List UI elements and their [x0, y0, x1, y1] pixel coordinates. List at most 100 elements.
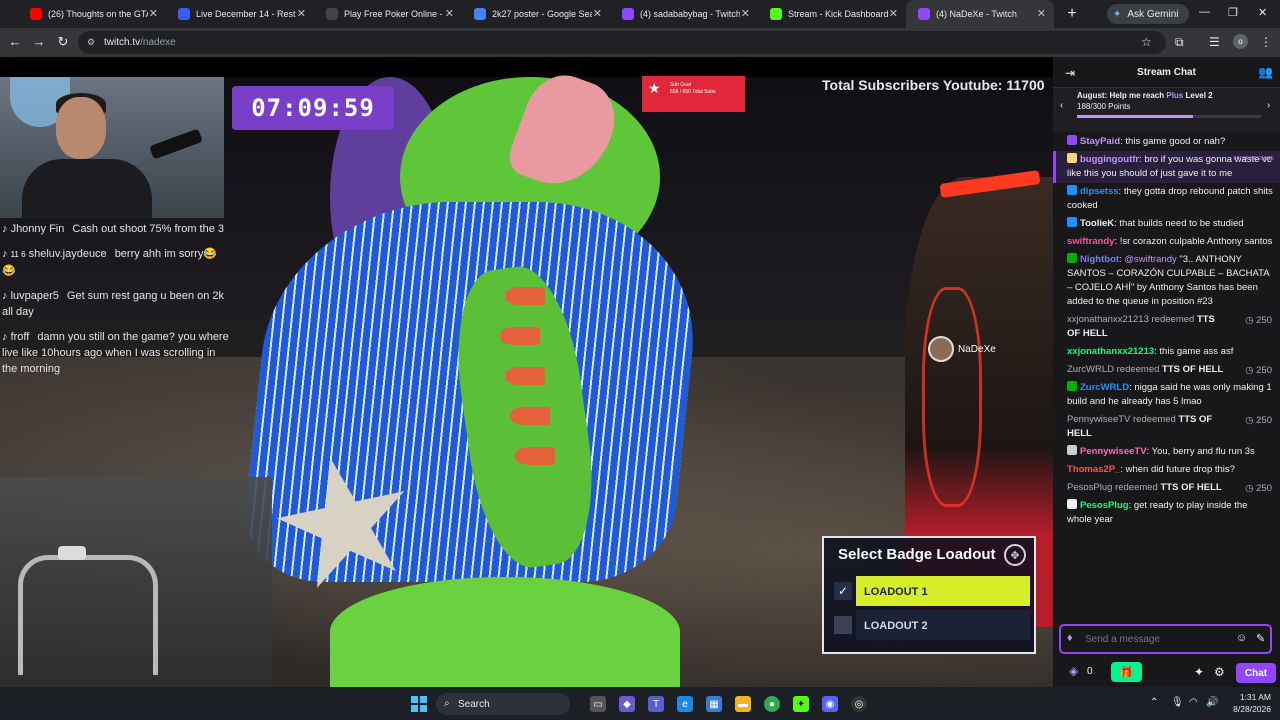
tab-1[interactable]: Live December 14 - Restrea✕ — [166, 0, 314, 28]
forward-icon[interactable]: → — [31, 34, 47, 49]
chat-username[interactable]: buggingoutfr — [1080, 154, 1139, 165]
gaming-chair — [18, 555, 158, 675]
redeem-user[interactable]: PesosPlug — [1067, 482, 1112, 493]
user-badge-icon[interactable] — [1067, 253, 1077, 263]
tab-close-icon[interactable]: ✕ — [889, 7, 898, 20]
chat-username[interactable]: StayPaid — [1080, 136, 1120, 147]
redeem-user[interactable]: PennywiseeTV — [1067, 414, 1130, 425]
gemini-icon: ✦ — [1113, 8, 1122, 20]
chat-message: PennywiseeTV: You, berry and flu run 3s — [1053, 443, 1280, 461]
tiktok-icon: ♪ — [2, 290, 11, 302]
gear-icon[interactable]: ⚙ — [1214, 665, 1225, 679]
tab-0[interactable]: (26) Thoughts on the GTA 6 ✕ — [18, 0, 166, 28]
chat-username[interactable]: ZurcWRLD — [1080, 382, 1129, 393]
tab-close-icon[interactable]: ✕ — [1037, 7, 1046, 20]
chat-settings-icon[interactable]: ✦ — [1194, 665, 1204, 679]
restore-icon[interactable]: ❐ — [1228, 6, 1238, 19]
tab-close-icon[interactable]: ✕ — [149, 7, 158, 20]
task-view-icon[interactable]: ▭ — [590, 696, 606, 712]
user-badge-icon[interactable] — [1067, 381, 1077, 391]
chat-message: PesosPlug: get ready to play inside the … — [1067, 499, 1248, 525]
sub-goal-text: 658 / 650 Total Subs — [670, 89, 716, 95]
reload-icon[interactable]: ↻ — [55, 34, 71, 50]
chat-username[interactable]: Thomas2P_ — [1067, 464, 1120, 475]
chat-username[interactable]: dipsetss — [1080, 186, 1119, 197]
ask-gemini-button[interactable]: ✦ Ask Gemini — [1107, 4, 1189, 24]
chat-username[interactable]: TooIieK — [1080, 218, 1114, 229]
chat-mention[interactable]: @swiftrandy — [1124, 254, 1176, 265]
emote-icon[interactable]: ☺ — [1236, 632, 1247, 644]
chat-username[interactable]: swiftrandy — [1067, 236, 1115, 247]
user-badge-icon[interactable] — [1067, 217, 1077, 227]
tab-2[interactable]: Play Free Poker Online - Fre✕ — [314, 0, 462, 28]
wifi-icon[interactable]: ◠ — [1189, 697, 1198, 708]
chat-composer[interactable]: ♦ ☺ ✎ — [1059, 624, 1272, 654]
reading-list-icon[interactable]: ☰ — [1209, 35, 1220, 49]
youtube-icon — [30, 8, 42, 20]
chrome-icon[interactable]: ● — [764, 696, 780, 712]
tray-chevron-icon[interactable]: ⌃ — [1150, 697, 1158, 708]
chat-username[interactable]: PennywiseeTV — [1080, 446, 1147, 457]
new-tab-icon[interactable]: + — [1062, 5, 1082, 23]
send-chat-button[interactable]: Chat — [1236, 663, 1276, 683]
chevron-right-icon[interactable]: › — [1267, 100, 1270, 111]
profile-avatar[interactable]: o — [1233, 34, 1248, 49]
close-window-icon[interactable]: ✕ — [1258, 6, 1267, 19]
tab-close-icon[interactable]: ✕ — [297, 7, 306, 20]
redeem-user[interactable]: xxjonathanxx21213 — [1067, 314, 1149, 325]
video-letterbox — [0, 57, 1053, 77]
tab-label: (26) Thoughts on the GTA 6 — [48, 9, 148, 19]
edge-icon[interactable]: e — [677, 696, 693, 712]
community-goal[interactable]: ‹ August: Help me reach Plus Level 2 188… — [1053, 88, 1280, 132]
chat-username[interactable]: PesosPlug — [1080, 500, 1129, 511]
minimize-icon[interactable]: — — [1199, 6, 1210, 18]
community-icon[interactable]: 👥 — [1258, 65, 1273, 79]
chat-username[interactable]: xxjonathanxx21213 — [1067, 346, 1154, 357]
streaming-app-icon[interactable]: ✦ — [793, 696, 809, 712]
microphone-icon[interactable]: 🎙 — [1171, 697, 1184, 708]
tab-close-icon[interactable]: ✕ — [741, 7, 750, 20]
volume-icon[interactable]: 🔊 — [1206, 697, 1218, 708]
extensions-icon[interactable]: ⧉ — [1175, 35, 1184, 50]
menu-kebab-icon[interactable]: ⋮ — [1260, 35, 1272, 49]
tab-4[interactable]: (4) sadababybag - Twitch ✕ — [610, 0, 758, 28]
gift-icon[interactable]: 🎁 — [1111, 662, 1142, 682]
file-explorer-icon[interactable]: ▬ — [735, 696, 751, 712]
bookmark-star-icon[interactable]: ☆ — [1141, 35, 1152, 49]
redeem-user[interactable]: ZurcWRLD — [1067, 364, 1114, 375]
back-icon[interactable]: ← — [7, 34, 23, 49]
address-bar[interactable]: ⚙ twitch.tv/nadexe — [78, 31, 1166, 54]
windows-start-icon[interactable] — [411, 696, 427, 712]
channel-points-icon[interactable]: ◈ — [1069, 664, 1078, 678]
stream-timer: 07:09:59 — [232, 86, 394, 130]
site-info-icon[interactable]: ⚙ — [87, 37, 97, 47]
goal-prefix: August: Help me reach — [1077, 91, 1167, 100]
chat-input[interactable] — [1085, 631, 1225, 647]
user-badge-icon[interactable] — [1067, 135, 1077, 145]
obs-icon[interactable]: ◎ — [851, 696, 867, 712]
bits-icon[interactable]: ♦ — [1067, 632, 1073, 644]
taskbar-clock[interactable]: 1:31 AM 8/28/2026 — [1223, 691, 1271, 715]
teams-icon[interactable]: T — [648, 696, 664, 712]
video-player[interactable]: ★ NaDeXe 07:09:59 ★ Sub Goal 658 / 650 T… — [0, 57, 1053, 687]
tab-close-icon[interactable]: ✕ — [593, 7, 602, 20]
discord-icon[interactable]: ◉ — [822, 696, 838, 712]
tab-6[interactable]: (4) NaDeXe - Twitch ✕ — [906, 0, 1054, 28]
user-badge-icon[interactable] — [1067, 153, 1077, 163]
user-badge-icon[interactable] — [1067, 499, 1077, 509]
first-message-flag: FIRST MESSAGE — [1233, 156, 1274, 162]
tab-5[interactable]: Stream - Kick Dashboard ✕ — [758, 0, 906, 28]
user-badge-icon[interactable] — [1067, 445, 1077, 455]
user-badge-icon[interactable] — [1067, 185, 1077, 195]
emote-picker-icon[interactable]: ✎ — [1256, 632, 1265, 645]
copilot-icon[interactable]: ◆ — [619, 696, 635, 712]
restream-icon — [178, 8, 190, 20]
tab-label: (4) sadababybag - Twitch — [640, 9, 740, 19]
tab-close-icon[interactable]: ✕ — [445, 7, 454, 20]
store-icon[interactable]: ▦ — [706, 696, 722, 712]
chat-username[interactable]: Nightbot — [1080, 254, 1119, 265]
taskbar-search[interactable]: ⌕ Search — [436, 693, 570, 715]
tab-3[interactable]: 2k27 poster - Google Searc ✕ — [462, 0, 610, 28]
stream-chat-panel: ⇥ Stream Chat 👥 ‹ August: Help me reach … — [1053, 57, 1280, 687]
chevron-left-icon[interactable]: ‹ — [1060, 100, 1063, 111]
